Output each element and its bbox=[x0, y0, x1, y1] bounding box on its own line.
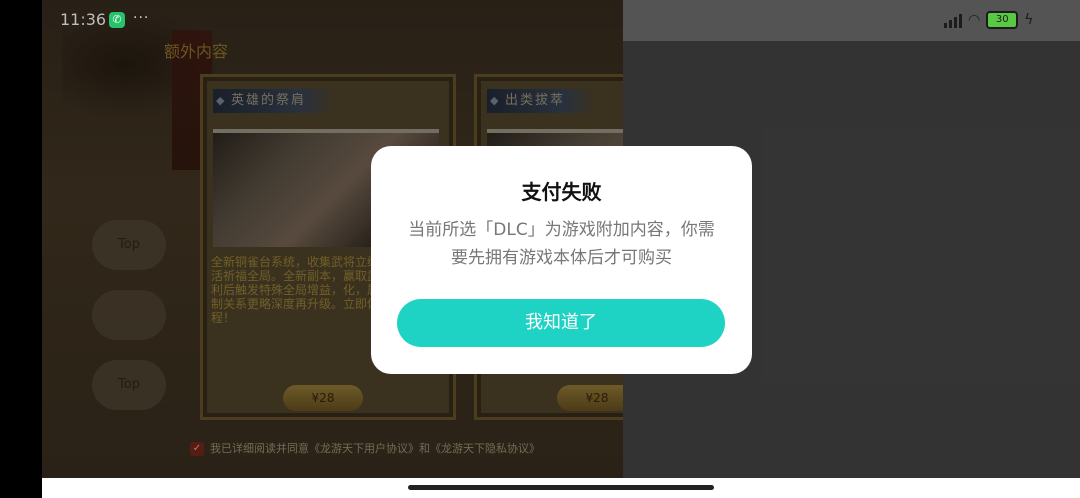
system-icons: ◠ 30 ϟ bbox=[944, 11, 1033, 29]
phone-icon: ✆ bbox=[109, 12, 125, 28]
charging-icon: ϟ bbox=[1024, 12, 1034, 28]
signal-icon bbox=[944, 12, 962, 28]
dialog-message-line-2: 要先拥有游戏本体后才可购买 bbox=[451, 248, 672, 268]
home-gesture-handle[interactable] bbox=[408, 485, 714, 490]
wifi-icon: ◠ bbox=[968, 12, 981, 28]
clock: 11:36 bbox=[60, 10, 107, 29]
dialog-message: 当前所选「DLC」为游戏附加内容，你需 要先拥有游戏本体后才可购买 bbox=[395, 216, 728, 272]
dialog-message-line-1: 当前所选「DLC」为游戏附加内容，你需 bbox=[408, 220, 715, 240]
status-bar: 11:36 ✆ ··· ◠ 30 ϟ bbox=[0, 0, 1080, 41]
navigation-bar bbox=[42, 478, 1080, 498]
battery-level: 30 bbox=[995, 14, 1009, 25]
acknowledge-button[interactable]: 我知道了 bbox=[397, 299, 725, 347]
dialog-title: 支付失败 bbox=[521, 180, 602, 204]
more-notifications-icon: ··· bbox=[133, 10, 150, 26]
screen: 额外内容 Top Top 英雄的祭肩 全新铜雀台系统，收集武将立绘与羁绊，激活祈… bbox=[0, 0, 1080, 498]
battery-icon: 30 bbox=[986, 11, 1019, 29]
payment-failed-dialog: 支付失败 当前所选「DLC」为游戏附加内容，你需 要先拥有游戏本体后才可购买 我… bbox=[371, 146, 752, 374]
